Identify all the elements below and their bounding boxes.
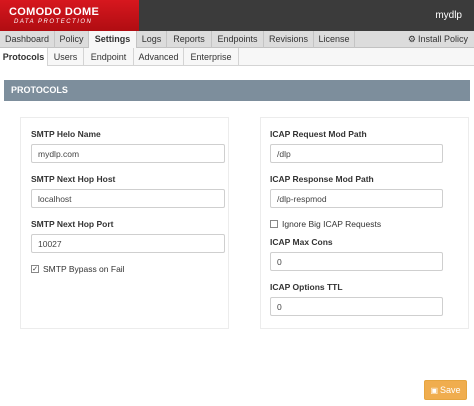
smtp-next-hop-port-label: SMTP Next Hop Port	[31, 219, 114, 229]
install-policy-label: Install Policy	[417, 34, 468, 44]
icap-request-mod-path-label: ICAP Request Mod Path	[270, 129, 367, 139]
smtp-next-hop-host-input[interactable]	[31, 189, 225, 208]
tab-dashboard[interactable]: Dashboard	[0, 31, 55, 48]
smtp-settings-card: SMTP Helo Name SMTP Next Hop Host SMTP N…	[20, 117, 229, 329]
subtab-enterprise[interactable]: Enterprise	[184, 48, 239, 66]
icap-ignore-big-requests-checkbox[interactable]	[270, 220, 278, 228]
brand-logo[interactable]: COMODO DOME DATA PROTECTION	[0, 0, 139, 31]
tab-settings[interactable]: Settings	[89, 31, 137, 48]
tab-endpoints[interactable]: Endpoints	[212, 31, 264, 48]
subtab-endpoint[interactable]: Endpoint	[84, 48, 134, 66]
main-nav: Dashboard Policy Settings Logs Reports E…	[0, 31, 474, 48]
icap-request-mod-path-input[interactable]	[270, 144, 443, 163]
tab-logs[interactable]: Logs	[137, 31, 167, 48]
icap-ignore-big-requests-label: Ignore Big ICAP Requests	[282, 219, 382, 229]
smtp-bypass-on-fail-row[interactable]: ✓ SMTP Bypass on Fail	[31, 264, 125, 274]
smtp-helo-name-label: SMTP Helo Name	[31, 129, 101, 139]
gear-icon: ⚙	[407, 34, 416, 44]
install-policy-button[interactable]: ⚙ Install Policy	[408, 31, 468, 48]
smtp-next-hop-host-label: SMTP Next Hop Host	[31, 174, 116, 184]
save-button[interactable]: ▣ Save	[424, 380, 467, 400]
smtp-helo-name-input[interactable]	[31, 144, 225, 163]
brand-tagline: DATA PROTECTION	[14, 19, 93, 25]
subtab-protocols[interactable]: Protocols	[0, 48, 48, 66]
brand-name: COMODO DOME	[9, 6, 100, 18]
panel-title: PROTOCOLS	[4, 80, 470, 101]
sub-nav: Protocols Users Endpoint Advanced Enterp…	[0, 48, 474, 66]
icap-options-ttl-input[interactable]	[270, 297, 443, 316]
tab-policy[interactable]: Policy	[55, 31, 89, 48]
smtp-next-hop-port-input[interactable]	[31, 234, 225, 253]
floppy-disk-icon: ▣	[430, 386, 439, 395]
top-bar: COMODO DOME DATA PROTECTION mydlp	[0, 0, 474, 31]
icap-response-mod-path-input[interactable]	[270, 189, 443, 208]
smtp-bypass-on-fail-checkbox[interactable]: ✓	[31, 265, 39, 273]
tab-license[interactable]: License	[314, 31, 355, 48]
icap-max-cons-label: ICAP Max Cons	[270, 237, 333, 247]
subtab-advanced[interactable]: Advanced	[134, 48, 184, 66]
icap-settings-card: ICAP Request Mod Path ICAP Response Mod …	[260, 117, 469, 329]
icap-ignore-big-requests-row[interactable]: Ignore Big ICAP Requests	[270, 219, 381, 229]
tab-revisions[interactable]: Revisions	[264, 31, 314, 48]
smtp-bypass-on-fail-label: SMTP Bypass on Fail	[43, 264, 125, 274]
icap-max-cons-input[interactable]	[270, 252, 443, 271]
user-menu[interactable]: mydlp	[435, 10, 462, 21]
icap-options-ttl-label: ICAP Options TTL	[270, 282, 343, 292]
subtab-users[interactable]: Users	[48, 48, 84, 66]
save-label: Save	[440, 385, 461, 395]
tab-reports[interactable]: Reports	[167, 31, 212, 48]
icap-response-mod-path-label: ICAP Response Mod Path	[270, 174, 374, 184]
